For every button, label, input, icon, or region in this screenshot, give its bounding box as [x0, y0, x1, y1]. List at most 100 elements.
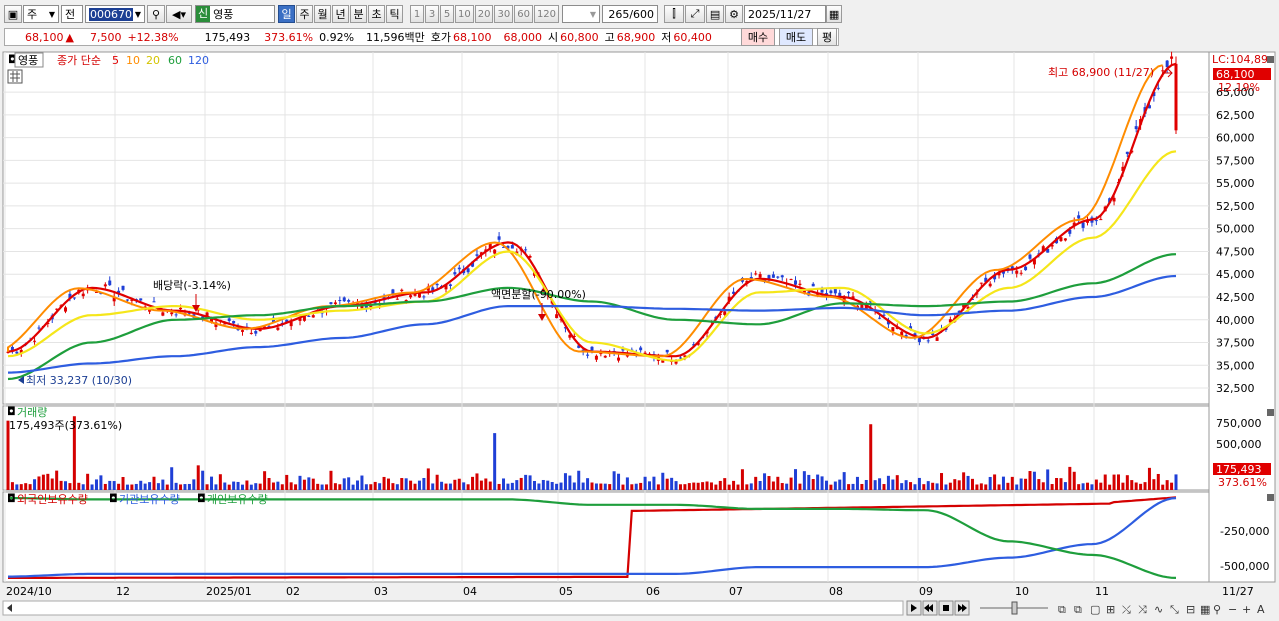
pattern-icon[interactable]: ⤨	[1138, 603, 1147, 616]
sell-button[interactable]: 매도	[779, 28, 813, 46]
volume-bar	[466, 484, 470, 490]
candle-body	[789, 278, 793, 280]
candle-body	[417, 293, 421, 298]
candle-body	[329, 302, 333, 305]
prev-button[interactable]: 전	[61, 5, 83, 23]
volume-bar	[502, 478, 506, 490]
zoom-search-icon[interactable]: ⚲	[1213, 603, 1221, 616]
interval-button[interactable]: 3	[425, 5, 439, 23]
buy-button[interactable]: 매수	[741, 28, 775, 46]
draw-box-icon[interactable]: ⧉	[1058, 603, 1066, 616]
timeframe-button[interactable]: 틱	[386, 5, 403, 23]
fibonacci-icon[interactable]: ⊞	[1106, 603, 1115, 616]
count-input[interactable]: 265 /600	[602, 5, 659, 23]
volume-bar	[608, 484, 612, 490]
zoom-out-icon[interactable]: −	[1228, 603, 1237, 616]
candle-body	[847, 291, 851, 294]
volume-bar	[780, 483, 784, 490]
gear-icon[interactable]: ⚙	[725, 5, 744, 23]
ma-legend-10[interactable]: 10	[126, 54, 140, 67]
chart-settings-icon[interactable]: ▣	[4, 5, 22, 23]
font-size-icon[interactable]: A	[1257, 603, 1265, 616]
speaker-icon[interactable]: ◀▾	[166, 5, 192, 23]
volume-bar	[1125, 475, 1129, 490]
save-icon[interactable]: ▤	[706, 5, 725, 23]
draw-cross-icon[interactable]: ⧉	[1074, 603, 1082, 616]
timeframe-button[interactable]: 월	[314, 5, 331, 23]
ma-legend-60[interactable]: 60	[168, 54, 182, 67]
volume-bar	[519, 477, 523, 490]
volume-bar	[15, 484, 19, 490]
interval-button[interactable]: 60	[514, 5, 533, 23]
volume-bar	[940, 473, 944, 490]
timeframe-button[interactable]: 일	[278, 5, 295, 23]
volume-bar	[944, 484, 948, 490]
x-axis-label: 08	[829, 585, 843, 598]
volume-bar	[37, 476, 41, 490]
layout-icon[interactable]: ▦	[1200, 603, 1210, 616]
interval-button[interactable]: 20	[474, 5, 494, 23]
ma-legend-5[interactable]: 5	[112, 54, 119, 67]
legend-foreign[interactable]: 외국인보유수량	[17, 493, 88, 506]
volume-bar	[435, 474, 439, 490]
wave-icon[interactable]: ∿	[1154, 603, 1163, 616]
volume-pane-menu-icon[interactable]	[1267, 409, 1274, 416]
stock-name-field[interactable]: 신 영풍	[195, 5, 275, 23]
volume-bar	[1081, 483, 1085, 490]
volume-bar	[1099, 482, 1103, 490]
volume-bar	[763, 473, 767, 490]
period-mode-select[interactable]: 주 ▼	[23, 5, 59, 23]
volume-bar	[1015, 484, 1019, 490]
date-input[interactable]: 2025/11/27	[744, 5, 827, 23]
legend-institution[interactable]: 기관보유수량	[119, 493, 180, 506]
ma-legend-120[interactable]: 120	[188, 54, 209, 67]
timeframe-button[interactable]: 주	[296, 5, 313, 23]
count-value: 265	[608, 7, 630, 21]
interval-button[interactable]: 5	[440, 5, 454, 23]
candle-body	[820, 289, 824, 293]
volume-bar	[386, 478, 390, 490]
interval-dropdown[interactable]: ▼	[562, 5, 601, 23]
eval-button[interactable]: 평	[817, 28, 837, 46]
candle-type-icon[interactable]: ⫿	[664, 5, 685, 23]
zoom-in-icon[interactable]: +	[1242, 603, 1251, 616]
candle-body	[639, 347, 643, 351]
stock-code-input[interactable]: 000670 ▼	[85, 5, 145, 23]
zoom-slider-handle[interactable]	[1011, 601, 1018, 615]
trendline-icon[interactable]: ⤯	[1122, 603, 1131, 616]
interval-button[interactable]: 120	[533, 5, 560, 23]
volume-bar	[33, 479, 37, 490]
volume-bar	[351, 484, 355, 490]
timeframe-button[interactable]: 초	[368, 5, 385, 23]
bottom-scrollbar[interactable]	[2, 600, 904, 616]
volume-bar	[395, 484, 399, 490]
volume-bar	[767, 476, 771, 490]
timeframe-button[interactable]: 년	[332, 5, 349, 23]
calendar-icon[interactable]: ▦	[826, 5, 843, 23]
candle-body	[586, 354, 590, 356]
legend-individual[interactable]: 개인보유수량	[207, 493, 268, 506]
interval-button[interactable]: 1	[410, 5, 424, 23]
measure-icon[interactable]: ⤡	[1170, 603, 1179, 616]
volume-bar	[572, 482, 576, 490]
holding-pane-menu-icon[interactable]	[1267, 494, 1274, 501]
volume-bar	[758, 480, 762, 490]
interval-button[interactable]: 10	[455, 5, 474, 23]
pane-menu-icon[interactable]	[1267, 56, 1274, 63]
indicator-icon[interactable]: ⤢	[685, 5, 706, 23]
volume-bar	[276, 481, 280, 490]
timeframe-button[interactable]: 분	[350, 5, 367, 23]
volume-bar	[99, 475, 103, 490]
chevron-down-icon: ▼	[134, 9, 141, 19]
search-icon[interactable]: ⚲	[147, 5, 165, 23]
volume-bar	[829, 484, 833, 490]
volume-bar	[550, 482, 554, 490]
draw-rect-icon[interactable]: ▢	[1090, 603, 1100, 616]
volume-bar	[842, 472, 846, 490]
compare-icon[interactable]: ⊟	[1186, 603, 1195, 616]
ma-legend-20[interactable]: 20	[146, 54, 160, 67]
volume-bar	[975, 484, 979, 490]
interval-button[interactable]: 30	[494, 5, 514, 23]
stock-chart[interactable]: 65,00062,50060,00057,50055,00052,50050,0…	[0, 50, 1279, 621]
table-toggle-icon[interactable]	[7, 69, 23, 84]
